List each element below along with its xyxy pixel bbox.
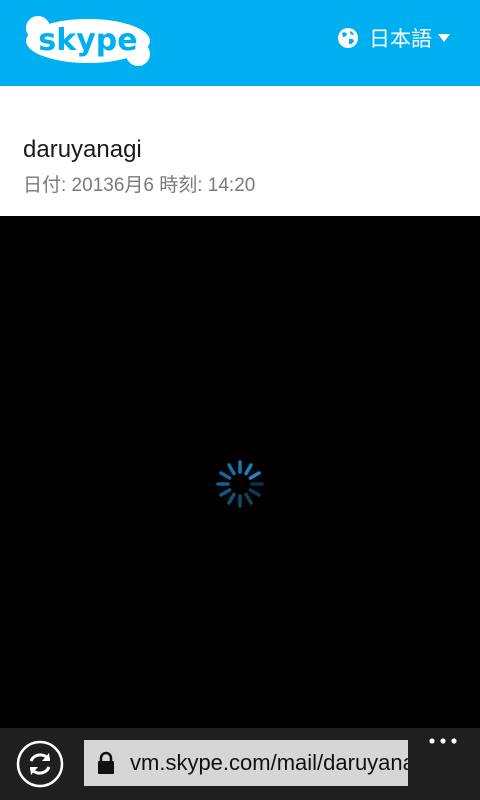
- language-label: 日本語: [369, 28, 432, 51]
- lock-icon: [98, 751, 114, 774]
- more-options-icon[interactable]: [428, 736, 458, 746]
- message-info: daruyanagi 日付: 20136月6 時刻: 14:20: [0, 86, 480, 216]
- sender-name: daruyanagi: [23, 136, 142, 163]
- language-selector[interactable]: 日本語: [337, 24, 450, 52]
- message-timestamp: 日付: 20136月6 時刻: 14:20: [23, 175, 256, 196]
- address-bar[interactable]: vm.skype.com/mail/daruyanagi: [84, 740, 408, 786]
- refresh-icon[interactable]: [16, 740, 64, 788]
- svg-text:skype: skype: [38, 23, 137, 58]
- globe-icon: [338, 28, 358, 48]
- chevron-down-icon: [438, 34, 450, 42]
- browser-app-bar: vm.skype.com/mail/daruyanagi: [0, 728, 480, 800]
- skype-logo[interactable]: skype: [24, 14, 152, 68]
- url-text: vm.skype.com/mail/daruyanagi: [130, 750, 408, 775]
- loading-spinner-icon: [216, 460, 264, 508]
- header-bar: skype 日本語: [0, 0, 480, 86]
